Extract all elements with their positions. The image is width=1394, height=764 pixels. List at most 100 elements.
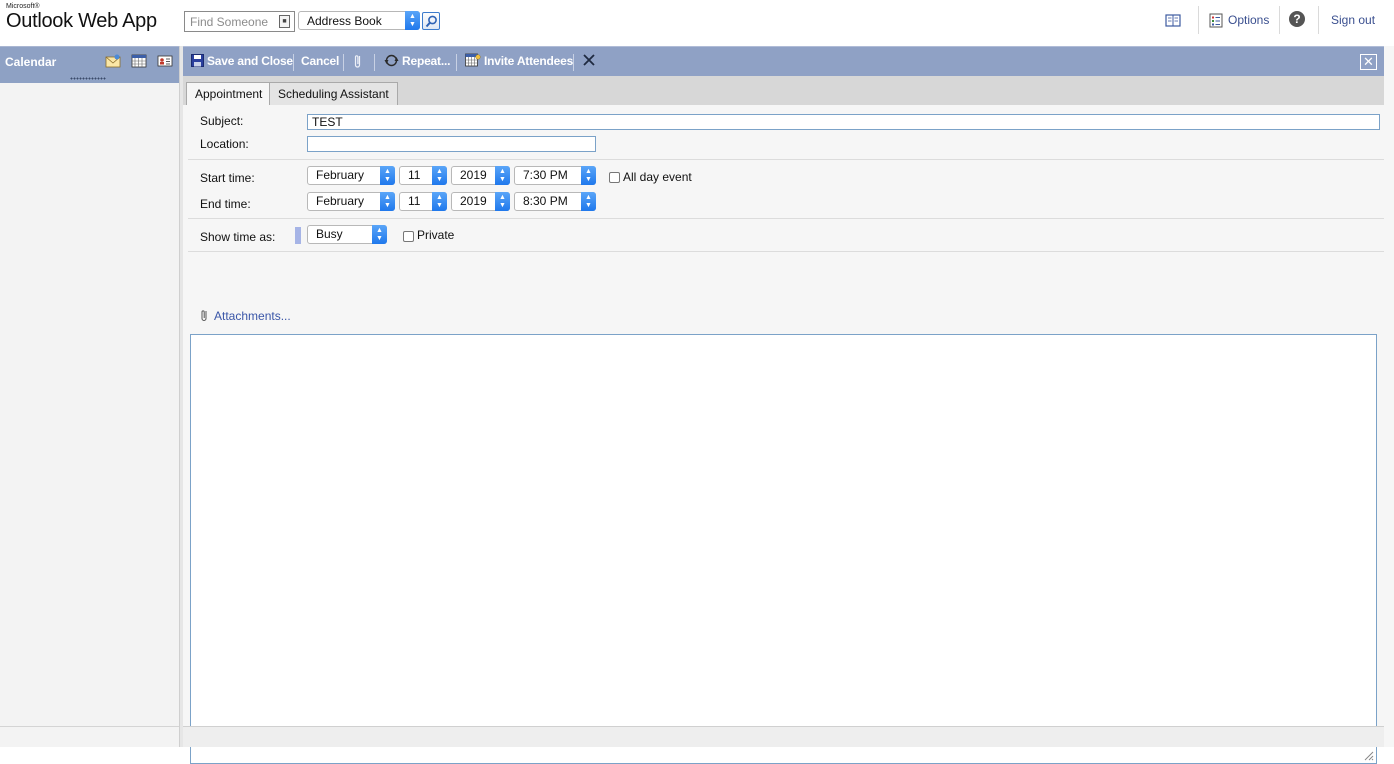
tab-scheduling-assistant[interactable]: Scheduling Assistant <box>269 82 398 105</box>
calendar-icon <box>131 54 147 68</box>
brand-title: Outlook Web App <box>6 10 157 32</box>
invite-attendees-label: Invite Attendees <box>484 54 574 68</box>
options-button[interactable]: Options <box>1209 8 1269 34</box>
end-day-value: 11 <box>408 194 421 208</box>
end-month-value: February <box>316 194 365 208</box>
section-divider <box>188 218 1384 219</box>
end-year-select[interactable]: 2019 ▲ ▼ <box>451 192 510 211</box>
sign-out-button[interactable]: Sign out <box>1331 8 1381 34</box>
app-logo: Microsoft® Outlook Web App <box>6 3 157 32</box>
contacts-nav-button[interactable] <box>157 54 173 68</box>
section-divider <box>188 251 1384 252</box>
all-day-event-checkbox[interactable] <box>609 172 620 183</box>
form-footer <box>183 726 1384 747</box>
mail-nav-button[interactable] <box>105 54 121 68</box>
cancel-button[interactable]: Cancel <box>301 53 339 69</box>
toolbar-divider <box>573 54 574 71</box>
message-body-editor[interactable] <box>190 334 1377 764</box>
start-day-select[interactable]: 11 ▲ ▼ <box>399 166 447 185</box>
address-book-button[interactable] <box>1164 8 1182 34</box>
end-day-select[interactable]: 11 ▲ ▼ <box>399 192 447 211</box>
repeat-button[interactable]: Repeat... <box>384 53 450 69</box>
attachments-link[interactable]: Attachments... <box>214 309 291 323</box>
chevron-updown-icon: ▲ ▼ <box>380 192 395 211</box>
end-year-value: 2019 <box>460 194 487 208</box>
close-icon: ✕ <box>1363 54 1374 69</box>
invite-attendees-button[interactable]: Invite Attendees <box>465 53 573 69</box>
subject-label: Subject: <box>200 114 244 128</box>
chevron-updown-icon: ▲ ▼ <box>495 192 510 211</box>
repeat-label: Repeat... <box>402 54 451 68</box>
form-content: Subject: TEST Location: Start time: Febr… <box>183 105 1384 764</box>
invite-attendees-icon <box>465 53 481 67</box>
toolbar-divider <box>343 54 344 71</box>
attach-file-button[interactable] <box>353 53 363 73</box>
show-time-as-select[interactable]: Busy ▲ ▼ <box>307 225 387 244</box>
end-time-select[interactable]: 8:30 PM ▲ ▼ <box>514 192 596 211</box>
contact-card-icon[interactable]: ■ <box>279 15 290 28</box>
resize-grip-icon[interactable] <box>1362 749 1374 761</box>
start-month-select[interactable]: February ▲ ▼ <box>307 166 395 185</box>
start-day-value: 11 <box>408 168 421 182</box>
save-and-close-button[interactable]: Save and Close <box>191 53 293 69</box>
chevron-updown-icon: ▲ ▼ <box>380 166 395 185</box>
toolbar-divider <box>293 54 294 71</box>
subject-input[interactable]: TEST <box>307 114 1380 130</box>
chevron-updown-icon: ▲ ▼ <box>495 166 510 185</box>
location-input[interactable] <box>307 136 596 152</box>
end-time-label: End time: <box>200 197 251 211</box>
chevron-updown-icon: ▲ ▼ <box>372 225 387 244</box>
start-time-value: 7:30 PM <box>523 168 568 182</box>
cancel-label: Cancel <box>301 54 340 68</box>
private-checkbox[interactable] <box>403 231 414 242</box>
find-someone-input[interactable]: Find Someone ■ <box>184 11 295 32</box>
chevron-updown-icon: ▲ ▼ <box>581 166 596 185</box>
help-button[interactable]: ? <box>1289 8 1306 34</box>
calendar-title: Calendar <box>5 55 57 69</box>
sign-out-link[interactable]: Sign out <box>1331 13 1375 27</box>
search-button[interactable] <box>422 12 440 30</box>
find-someone-placeholder: Find Someone <box>190 15 269 29</box>
contact-card-icon <box>157 55 173 67</box>
mail-icon <box>105 54 121 68</box>
header-divider <box>1198 6 1199 34</box>
end-time-value: 8:30 PM <box>523 194 568 208</box>
start-time-label: Start time: <box>200 171 255 185</box>
save-and-close-label: Save and Close <box>207 54 293 68</box>
tab-appointment[interactable]: Appointment <box>186 82 272 106</box>
form-tabs: Appointment Scheduling Assistant <box>183 76 1384 106</box>
address-book-select-value: Address Book <box>307 14 382 28</box>
private-label: Private <box>417 228 455 242</box>
left-navigation: Calendar <box>0 46 180 747</box>
options-link[interactable]: Options <box>1228 8 1269 32</box>
appointment-form: Save and Close Cancel Repeat... Invite A… <box>183 46 1394 764</box>
show-time-as-value: Busy <box>316 227 343 241</box>
toolbar-divider <box>456 54 457 71</box>
help-icon: ? <box>1289 11 1305 27</box>
toolbar-divider <box>374 54 375 71</box>
options-icon <box>1209 13 1223 28</box>
address-book-icon <box>1165 14 1181 27</box>
calendar-nav-button[interactable] <box>131 54 147 68</box>
start-month-value: February <box>316 168 365 182</box>
search-icon <box>425 15 437 28</box>
address-book-select[interactable]: Address Book ▲ ▼ <box>298 11 420 30</box>
delete-x-icon <box>583 54 595 66</box>
start-time-select[interactable]: 7:30 PM ▲ ▼ <box>514 166 596 185</box>
chevron-updown-icon: ▲ ▼ <box>432 166 447 185</box>
appointment-toolbar: Save and Close Cancel Repeat... Invite A… <box>183 46 1384 76</box>
brand-small: Microsoft® <box>6 3 40 10</box>
start-year-select[interactable]: 2019 ▲ ▼ <box>451 166 510 185</box>
repeat-icon <box>384 54 399 67</box>
end-month-select[interactable]: February ▲ ▼ <box>307 192 395 211</box>
show-time-as-label: Show time as: <box>200 230 276 244</box>
close-button[interactable]: ✕ <box>1360 54 1377 70</box>
resize-grip-icon[interactable] <box>70 77 106 80</box>
left-nav-footer <box>0 726 179 747</box>
paperclip-icon <box>354 55 361 68</box>
section-divider <box>188 159 1384 160</box>
paperclip-icon <box>201 310 207 321</box>
delete-button[interactable] <box>582 53 596 69</box>
save-disk-icon <box>191 54 204 67</box>
calendar-nav-header: Calendar <box>0 46 179 83</box>
